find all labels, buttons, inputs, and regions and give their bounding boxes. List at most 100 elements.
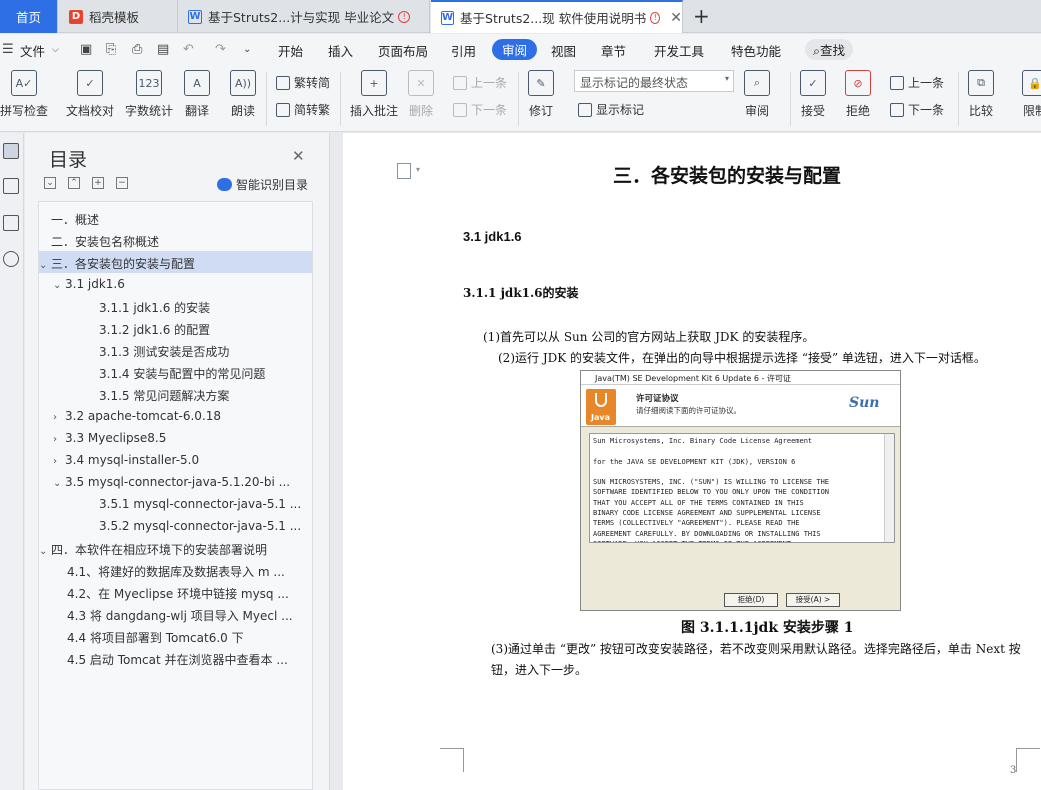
collapse-all-icon[interactable]: ⌄	[44, 177, 56, 189]
prev-comment-button[interactable]: 上一条	[453, 74, 507, 91]
chevron-right-icon[interactable]: ›	[53, 412, 65, 423]
toc-item[interactable]: 二．安装包名称概述	[39, 229, 312, 251]
show-markup-button[interactable]: 显示标记	[578, 101, 644, 118]
menu-chapter[interactable]: 章节	[601, 41, 626, 60]
chevron-down-icon[interactable]: ⌄	[53, 478, 65, 489]
chapter-nav-icon[interactable]	[3, 178, 19, 194]
tab-home-label: 首页	[15, 10, 41, 25]
undo-icon[interactable]: ↶	[183, 42, 194, 57]
toc-item[interactable]: 一．概述	[39, 207, 312, 229]
redo-icon[interactable]: ↷	[215, 42, 226, 57]
next-change-button[interactable]: 下一条	[890, 101, 944, 118]
document-outline-icon[interactable]	[397, 163, 411, 179]
compare-label: 比较	[968, 104, 993, 118]
toc-item[interactable]: 3.5.1 mysql-connector-java-5.1 ...	[39, 493, 312, 515]
close-tab-icon[interactable]: ✕	[670, 10, 682, 26]
add-heading-icon[interactable]: +	[92, 177, 104, 189]
menu-view[interactable]: 视图	[551, 41, 576, 60]
menu-page-layout[interactable]: 页面布局	[378, 41, 428, 60]
new-tab-plus-icon[interactable]: +	[693, 4, 710, 28]
menu-file[interactable]: 文件	[20, 41, 45, 60]
review-pane-button[interactable]: ⌕ 审阅	[744, 70, 770, 119]
license-line: BINARY CODE LICENSE AGREEMENT AND SUPPLE…	[593, 509, 821, 518]
toc-item[interactable]: 3.5.2 mysql-connector-java-5.1 ...	[39, 515, 312, 537]
smart-toc-button[interactable]: 智能识别目录	[217, 176, 308, 193]
chevron-right-icon[interactable]: ›	[53, 456, 65, 467]
toc-item[interactable]: 4.5 启动 Tomcat 并在浏览器中查看本 ...	[39, 647, 312, 669]
chevron-right-icon[interactable]: ›	[53, 434, 65, 445]
chevron-down-icon[interactable]: ⌄	[39, 546, 51, 557]
more-icon[interactable]: ⌄	[243, 44, 251, 55]
to-traditional-button[interactable]: 繁转简	[276, 74, 330, 91]
search-icon[interactable]	[3, 251, 19, 267]
toc-item[interactable]: 4.1、将建好的数据库及数据表导入 m ...	[39, 559, 312, 581]
print-icon[interactable]: ⎙	[132, 42, 142, 57]
to-simplified-button[interactable]: 简转繁	[276, 101, 330, 118]
bookmark-icon[interactable]	[3, 215, 19, 231]
markup-state-dropdown[interactable]: 显示标记的最终状态 ▾	[574, 70, 734, 92]
toc-item[interactable]: › 3.2 apache-tomcat-6.0.18	[39, 405, 312, 427]
toc-item-label: 3.1.4 安装与配置中的常见问题	[99, 367, 266, 381]
toc-item[interactable]: ⌄ 三．各安装包的安装与配置	[39, 251, 312, 273]
export-icon[interactable]: ⎘	[106, 42, 116, 57]
word-count-button[interactable]: 123 字数统计	[125, 70, 173, 119]
toc-item[interactable]: › 3.3 Myeclipse8.5	[39, 427, 312, 449]
menu-features[interactable]: 特色功能	[731, 41, 781, 60]
toc-item[interactable]: 3.1.4 安装与配置中的常见问题	[39, 361, 312, 383]
prev-change-label: 上一条	[908, 76, 945, 90]
remove-heading-icon[interactable]: −	[116, 177, 128, 189]
insert-comment-button[interactable]: + 插入批注	[350, 70, 398, 119]
document-area: ▾ 三．各安装包的安装与配置 3.1 jdk1.6 3.1.1 jdk1.6的安…	[331, 133, 1041, 790]
chevron-down-icon[interactable]: ⌄	[39, 260, 51, 271]
search-menu[interactable]: ⌕查找	[805, 39, 854, 60]
spellcheck-button[interactable]: A✓ 拼写检查	[0, 70, 48, 119]
restrict-editing-button[interactable]: 🔒 限制	[1022, 70, 1041, 119]
menu-developer[interactable]: 开发工具	[654, 41, 704, 60]
read-aloud-button[interactable]: A)) 朗读	[230, 70, 256, 119]
delete-comment-button[interactable]: ✕ 删除	[408, 70, 434, 119]
accept-button: 接受(A) >	[786, 593, 840, 607]
java-logo-icon: Java	[586, 389, 616, 425]
doc-proof-label: 文档校对	[66, 104, 115, 118]
reject-change-button[interactable]: ⊘ 拒绝	[845, 70, 871, 119]
toc-item[interactable]: 4.2、在 Myeclipse 环境中链接 mysq ...	[39, 581, 312, 603]
save-icon[interactable]: ▣	[80, 42, 92, 57]
menu-review[interactable]: 审阅	[492, 39, 538, 60]
menu-home[interactable]: 开始	[278, 41, 303, 60]
toc-item[interactable]: 4.4 将项目部署到 Tomcat6.0 下	[39, 625, 312, 647]
compare-button[interactable]: ⧉ 比较	[968, 70, 994, 119]
toc-item[interactable]: 3.1.2 jdk1.6 的配置	[39, 317, 312, 339]
read-aloud-icon: A))	[230, 70, 256, 96]
toc-item[interactable]: 3.1.1 jdk1.6 的安装	[39, 295, 312, 317]
toc-item[interactable]: 3.1.3 测试安装是否成功	[39, 339, 312, 361]
doc-proof-button[interactable]: ✓ 文档校对	[66, 70, 114, 119]
tab-manual[interactable]: W 基于Struts2...现 软件使用说明书 ! ✕	[431, 0, 683, 33]
toc-item[interactable]: › 3.4 mysql-installer-5.0	[39, 449, 312, 471]
toc-item[interactable]: 3.1.5 常见问题解决方案	[39, 383, 312, 405]
toc-item[interactable]: ⌄ 3.5 mysql-connector-java-5.1.20-bi ...	[39, 471, 312, 493]
toc-item-label: 4.2、在 Myeclipse 环境中链接 mysq ...	[67, 587, 289, 601]
toc-panel-icon[interactable]	[3, 143, 19, 159]
print-preview-icon[interactable]: ▤	[157, 42, 169, 57]
menu-insert[interactable]: 插入	[328, 41, 353, 60]
chevron-down-icon[interactable]: ⌵	[52, 45, 59, 55]
toc-item[interactable]: 4.3 将 dangdang-wlj 项目导入 Myecl ...	[39, 603, 312, 625]
tab-thesis[interactable]: W 基于Struts2...计与实现 毕业论文 !	[178, 0, 430, 33]
close-icon[interactable]: ✕	[292, 147, 305, 165]
tab-home[interactable]: 首页	[0, 0, 58, 33]
accept-change-button[interactable]: ✓ 接受	[800, 70, 826, 119]
translate-button[interactable]: A 翻译	[184, 70, 210, 119]
expand-all-icon[interactable]: ⌃	[68, 177, 80, 189]
document-page[interactable]: ▾ 三．各安装包的安装与配置 3.1 jdk1.6 3.1.1 jdk1.6的安…	[343, 133, 1041, 790]
toc-item[interactable]: ⌄ 3.1 jdk1.6	[39, 273, 312, 295]
track-changes-button[interactable]: ✎ 修订	[528, 70, 554, 119]
tab-docer-templates[interactable]: D 稻壳模板	[59, 0, 178, 33]
chevron-down-icon[interactable]: ⌄	[53, 280, 65, 291]
hamburger-icon[interactable]: ☰	[2, 42, 14, 57]
toc-item[interactable]: ⌄ 四．本软件在相应环境下的安装部署说明	[39, 537, 312, 559]
menu-references[interactable]: 引用	[451, 41, 476, 60]
next-comment-button[interactable]: 下一条	[453, 101, 507, 118]
chevron-down-icon[interactable]: ▾	[416, 165, 420, 174]
sun-logo: Sun	[849, 395, 880, 411]
prev-change-button[interactable]: 上一条	[890, 74, 944, 91]
